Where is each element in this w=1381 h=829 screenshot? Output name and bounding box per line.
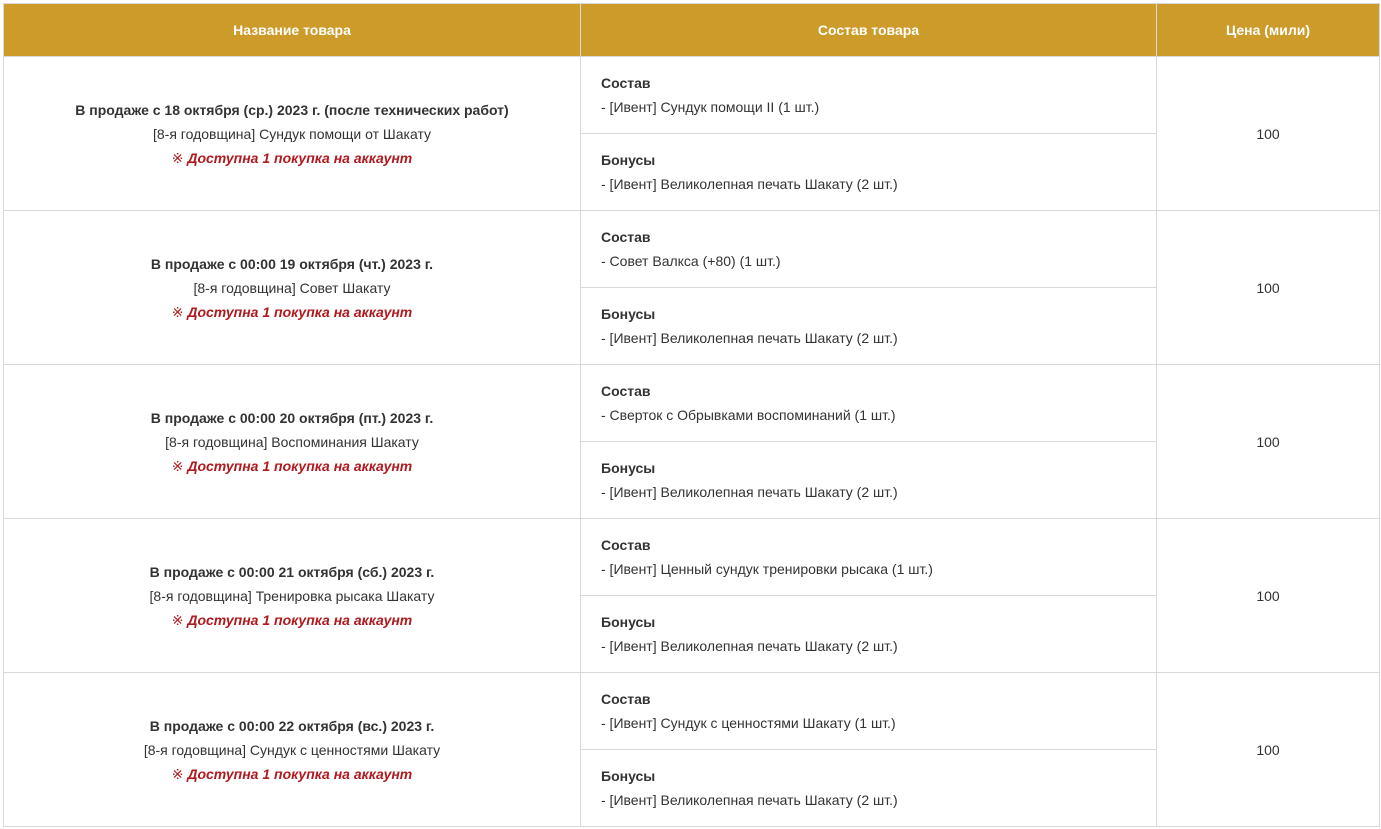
bonus-item: - [Ивент] Великолепная печать Шакату (2 …	[601, 638, 898, 654]
composition-title: Состав	[601, 383, 651, 399]
product-name-cell: В продаже с 00:00 21 октября (сб.) 2023 …	[3, 518, 581, 673]
table-row: В продаже с 00:00 19 октября (чт.) 2023 …	[3, 210, 1380, 365]
bonus-title: Бонусы	[601, 306, 656, 322]
bonus-cell: Бонусы - [Ивент] Великолепная печать Шак…	[580, 595, 1157, 673]
price-cell: 100	[1156, 672, 1380, 827]
table-row: В продаже с 18 октября (ср.) 2023 г. (по…	[3, 56, 1380, 211]
composition-title: Состав	[601, 691, 651, 707]
bonus-cell: Бонусы - [Ивент] Великолепная печать Шак…	[580, 441, 1157, 519]
product-title: [8-я годовщина] Воспоминания Шакату	[165, 433, 419, 450]
bonus-item: - [Ивент] Великолепная печать Шакату (2 …	[601, 792, 898, 808]
table-row: В продаже с 00:00 21 октября (сб.) 2023 …	[3, 518, 1380, 673]
reference-mark-icon: ※	[171, 611, 184, 628]
price-cell: 100	[1156, 56, 1380, 211]
product-name-cell: В продаже с 00:00 20 октября (пт.) 2023 …	[3, 364, 581, 519]
sale-date: В продаже с 00:00 20 октября (пт.) 2023 …	[150, 409, 434, 426]
reference-mark-icon: ※	[171, 149, 184, 166]
composition-title: Состав	[601, 229, 651, 245]
purchase-limit-note: ※ Доступна 1 покупка на аккаунт	[4, 608, 580, 632]
header-item-price: Цена (мили)	[1156, 3, 1380, 57]
table-row: В продаже с 00:00 20 октября (пт.) 2023 …	[3, 364, 1380, 519]
price-cell: 100	[1156, 210, 1380, 365]
composition-item: - Сверток с Обрывками воспоминаний (1 шт…	[601, 407, 896, 423]
composition-cell: Состав - [Ивент] Сундук помощи II (1 шт.…	[580, 56, 1157, 134]
composition-title: Состав	[601, 537, 651, 553]
product-name-cell: В продаже с 00:00 19 октября (чт.) 2023 …	[3, 210, 581, 365]
table-body: В продаже с 18 октября (ср.) 2023 г. (по…	[3, 56, 1380, 827]
product-title: [8-я годовщина] Тренировка рысака Шакату	[149, 587, 435, 604]
bonus-item: - [Ивент] Великолепная печать Шакату (2 …	[601, 484, 898, 500]
bonus-cell: Бонусы - [Ивент] Великолепная печать Шак…	[580, 749, 1157, 827]
purchase-limit-note: ※ Доступна 1 покупка на аккаунт	[4, 762, 580, 786]
composition-cell: Состав - Совет Валкса (+80) (1 шт.)	[580, 210, 1157, 288]
purchase-limit-text: Доступна 1 покупка на аккаунт	[187, 765, 413, 782]
reference-mark-icon: ※	[171, 457, 184, 474]
composition-title: Состав	[601, 75, 651, 91]
shop-table: Название товара Состав товара Цена (мили…	[3, 3, 1380, 827]
purchase-limit-text: Доступна 1 покупка на аккаунт	[187, 149, 413, 166]
product-title: [8-я годовщина] Совет Шакату	[193, 279, 391, 296]
reference-mark-icon: ※	[171, 765, 184, 782]
table-row: В продаже с 00:00 22 октября (вс.) 2023 …	[3, 672, 1380, 827]
table-header-row: Название товара Состав товара Цена (мили…	[3, 3, 1380, 57]
sale-date: В продаже с 00:00 19 октября (чт.) 2023 …	[150, 255, 434, 272]
bonus-cell: Бонусы - [Ивент] Великолепная печать Шак…	[580, 133, 1157, 211]
product-name-cell: В продаже с 00:00 22 октября (вс.) 2023 …	[3, 672, 581, 827]
bonus-item: - [Ивент] Великолепная печать Шакату (2 …	[601, 176, 898, 192]
bonus-item: - [Ивент] Великолепная печать Шакату (2 …	[601, 330, 898, 346]
bonus-title: Бонусы	[601, 768, 656, 784]
sale-date: В продаже с 00:00 21 октября (сб.) 2023 …	[149, 563, 435, 580]
bonus-title: Бонусы	[601, 614, 656, 630]
header-item-contents: Состав товара	[580, 3, 1157, 57]
header-item-name: Название товара	[3, 3, 581, 57]
bonus-cell: Бонусы - [Ивент] Великолепная печать Шак…	[580, 287, 1157, 365]
composition-item: - [Ивент] Сундук с ценностями Шакату (1 …	[601, 715, 896, 731]
product-name-cell: В продаже с 18 октября (ср.) 2023 г. (по…	[3, 56, 581, 211]
sale-date: В продаже с 18 октября (ср.) 2023 г. (по…	[75, 101, 509, 118]
composition-item: - [Ивент] Сундук помощи II (1 шт.)	[601, 99, 820, 115]
price-cell: 100	[1156, 518, 1380, 673]
composition-item: - Совет Валкса (+80) (1 шт.)	[601, 253, 781, 269]
composition-cell: Состав - [Ивент] Сундук с ценностями Шак…	[580, 672, 1157, 750]
purchase-limit-text: Доступна 1 покупка на аккаунт	[187, 303, 413, 320]
reference-mark-icon: ※	[171, 303, 184, 320]
composition-item: - [Ивент] Ценный сундук тренировки рысак…	[601, 561, 933, 577]
sale-date: В продаже с 00:00 22 октября (вс.) 2023 …	[149, 717, 435, 734]
purchase-limit-note: ※ Доступна 1 покупка на аккаунт	[4, 454, 580, 478]
price-cell: 100	[1156, 364, 1380, 519]
purchase-limit-note: ※ Доступна 1 покупка на аккаунт	[4, 146, 580, 170]
composition-cell: Состав - [Ивент] Ценный сундук тренировк…	[580, 518, 1157, 596]
product-title: [8-я годовщина] Сундук помощи от Шакату	[152, 125, 432, 142]
purchase-limit-text: Доступна 1 покупка на аккаунт	[187, 611, 413, 628]
bonus-title: Бонусы	[601, 460, 656, 476]
bonus-title: Бонусы	[601, 152, 656, 168]
purchase-limit-note: ※ Доступна 1 покупка на аккаунт	[4, 300, 580, 324]
product-title: [8-я годовщина] Сундук с ценностями Шака…	[143, 741, 441, 758]
composition-cell: Состав - Сверток с Обрывками воспоминани…	[580, 364, 1157, 442]
purchase-limit-text: Доступна 1 покупка на аккаунт	[187, 457, 413, 474]
